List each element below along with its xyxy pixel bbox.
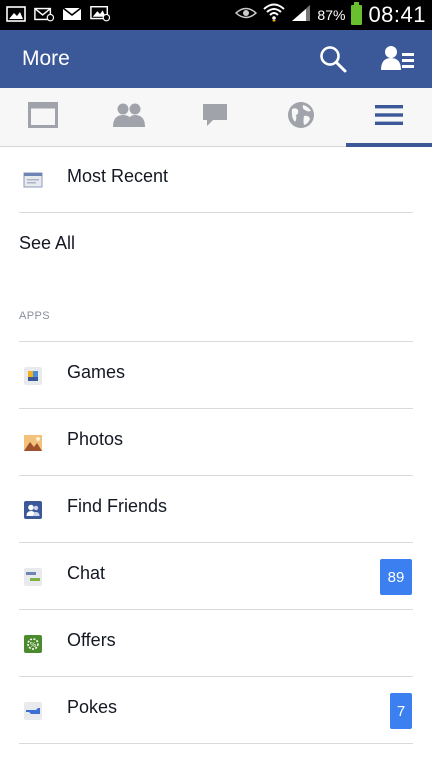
tab-bar [0,88,432,147]
friends-list-button[interactable] [380,44,416,74]
chat-count-badge: 89 [380,559,412,595]
pokes-icon [23,701,43,721]
more-menu-list: Most Recent See All APPS Games Photos Fi… [0,146,432,744]
tab-messages[interactable] [172,88,258,146]
globe-icon [287,101,315,134]
list-item-label: Photos [67,429,124,449]
news-feed-icon [23,170,43,190]
list-item-find-friends[interactable]: Find Friends [0,476,432,543]
pokes-count-badge: 7 [390,693,412,729]
divider [19,743,413,744]
list-item-offers[interactable]: % Offers [0,610,432,677]
section-heading: APPS [19,310,50,322]
notification-icons [6,5,110,23]
tab-friend-requests[interactable] [86,88,172,146]
clock: 08:41 [368,2,426,27]
list-item-label: Offers [67,630,116,650]
list-item-chat[interactable]: Chat 89 [0,543,432,610]
top-app-bar: More [0,30,432,88]
gallery-notification-icon [6,5,26,23]
friends-icon [113,102,145,133]
menu-icon [375,104,403,131]
battery-icon [351,2,363,25]
wifi-icon [263,3,286,28]
tab-notifications[interactable] [258,88,344,146]
friends-list-icon [380,46,416,78]
status-bar: 87% 08:41 [0,0,432,30]
search-icon [318,46,348,78]
find-friends-icon [23,500,43,520]
list-item-most-recent[interactable]: Most Recent [0,146,432,213]
gmail-notification-icon [62,5,82,23]
list-item-pokes[interactable]: Pokes 7 [0,677,432,744]
tab-more[interactable] [346,88,432,147]
page-title: More [22,47,70,70]
battery-percent: 87% [317,7,346,23]
list-item-see-all[interactable]: See All [0,213,432,280]
email-notification-icon [34,5,54,23]
news-feed-icon [28,101,58,133]
list-item-label: Games [67,362,126,382]
chat-bubble-icon [201,102,229,133]
list-item-label: Find Friends [67,496,168,516]
list-item-label: Chat [67,563,106,583]
status-indicators: 87% 08:41 [235,0,426,30]
eye-icon [235,6,258,25]
games-icon [23,366,43,386]
list-item-label: See All [19,233,76,253]
list-item-games[interactable]: Games [0,342,432,409]
svg-text:%: % [30,641,37,649]
message-notification-icon [90,5,110,23]
tab-news-feed[interactable] [0,88,86,146]
section-header-apps: APPS [0,280,432,342]
list-item-label: Pokes [67,697,118,717]
signal-icon [291,4,311,27]
list-item-photos[interactable]: Photos [0,409,432,476]
search-button[interactable] [318,44,348,74]
list-item-label: Most Recent [67,166,169,186]
offers-icon: % [23,634,43,654]
chat-icon [23,567,43,587]
photos-icon [23,433,43,453]
